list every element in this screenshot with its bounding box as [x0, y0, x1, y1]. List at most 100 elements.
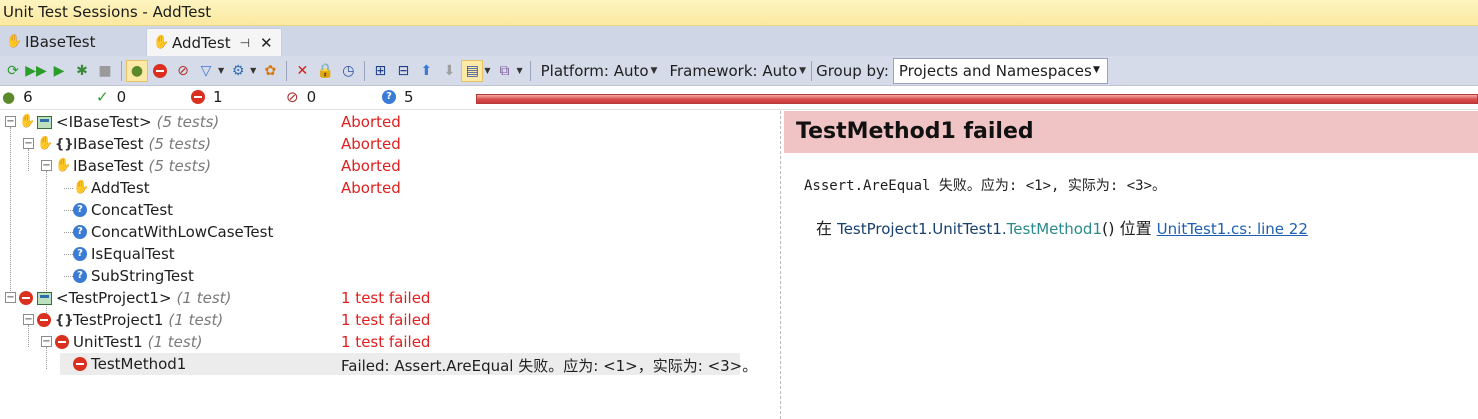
unknown-question-icon: ? [73, 269, 87, 283]
aborted-hand-icon: ✋ [73, 180, 90, 195]
test-row[interactable]: ? ConcatTest [0, 199, 780, 221]
chevron-down-icon[interactable]: ▼ [651, 66, 658, 76]
chevron-down-icon[interactable]: ▼ [799, 66, 806, 76]
tree-node: ✋ <IBaseTest> (5 tests) [19, 113, 219, 131]
test-tree: − ✋ <IBaseTest> (5 tests) Aborted − ✋{} IBaseTe… [0, 111, 780, 419]
test-group-row[interactable]: − ✋ <IBaseTest> (5 tests) Aborted [0, 111, 780, 133]
tab-addtest[interactable]: ✋ AddTest ⊣ ✕ [146, 28, 282, 56]
chevron-down-icon[interactable]: ▼ [250, 66, 256, 75]
tab-label: IBaseTest [25, 33, 96, 51]
show-ignored-icon[interactable]: ⊘ [172, 60, 194, 82]
chevron-down-icon: ▼ [1092, 64, 1100, 75]
test-status: 1 test failed [341, 289, 431, 307]
layout-icon[interactable]: ▤ [461, 59, 484, 82]
stop-icon[interactable]: ■ [94, 60, 116, 82]
unknown-question-icon: ? [382, 90, 396, 104]
namespace-icon: {} [55, 136, 74, 152]
stack-namespace: TestProject1.UnitTest1. [837, 220, 1007, 238]
collapse-toggle-icon[interactable]: − [5, 116, 16, 127]
aborted-hand-icon: ✋ [153, 34, 170, 50]
paw-icon[interactable]: ✿ [259, 60, 281, 82]
tree-node: <TestProject1> (1 test) [19, 289, 231, 307]
stat-ignored: ⊘ 0 [286, 88, 316, 106]
test-group-row[interactable]: − ✋{} IBaseTest (5 tests) Aborted [0, 133, 780, 155]
test-row[interactable]: ✋ AddTest Aborted [0, 177, 780, 199]
window-title-bar: Unit Test Sessions - AddTest [0, 0, 1478, 26]
source-link[interactable]: UnitTest1.cs: line 22 [1157, 220, 1308, 238]
stat-total: ● 6 [2, 88, 33, 106]
test-name: IBaseTest [73, 157, 144, 175]
show-all-tests-icon[interactable]: ● [126, 59, 148, 82]
total-tests-icon: ● [2, 88, 16, 106]
tree-node: ✋ IBaseTest (5 tests) [55, 157, 211, 175]
chevron-down-icon[interactable]: ▼ [484, 66, 490, 75]
run-current-icon[interactable]: ▶▶ [25, 60, 47, 82]
run-icon[interactable]: ▶ [48, 60, 70, 82]
test-count: (5 tests) [156, 113, 220, 131]
tab-ibasetest[interactable]: ✋ IBaseTest [0, 28, 146, 56]
tree-node: ? ConcatTest [73, 201, 173, 219]
failed-icon [55, 335, 69, 349]
failure-message: Assert.AreEqual 失败。应为: <1>, 实际为: <3>。 [804, 178, 1167, 194]
debug-icon[interactable]: ✱ [71, 60, 93, 82]
test-group-row[interactable]: − <TestProject1> (1 test) 1 test failed [0, 287, 780, 309]
pin-icon[interactable]: ⊣ [240, 36, 250, 50]
test-name: ConcatTest [91, 201, 174, 219]
clock-icon[interactable]: ◷ [337, 60, 359, 82]
lock-icon[interactable]: 🔒 [314, 60, 336, 82]
collapse-all-icon[interactable]: ⊟ [392, 60, 414, 82]
test-count: (5 tests) [148, 157, 212, 175]
details-pane: TestMethod1 failed Assert.AreEqual 失败。应为… [784, 111, 1478, 419]
stat-unknown: ? 5 [382, 88, 414, 106]
collapse-toggle-icon[interactable]: − [41, 160, 52, 171]
test-status: 1 test failed [341, 333, 431, 351]
failed-icon [191, 90, 205, 104]
test-group-row[interactable]: −{} TestProject1 (1 test) 1 test failed [0, 309, 780, 331]
failed-icon [73, 357, 87, 371]
tree-node: ✋{} IBaseTest (5 tests) [37, 135, 211, 153]
test-count: (5 tests) [148, 135, 212, 153]
project-icon [37, 115, 52, 129]
platform-dropdown[interactable]: Platform: Auto [541, 62, 649, 80]
test-row[interactable]: TestMethod1 Failed: Assert.AreEqual 失败。应为… [0, 353, 780, 375]
stat-total-value: 6 [23, 88, 33, 106]
export-icon[interactable]: ⧉ [493, 60, 515, 82]
unknown-question-icon: ? [73, 247, 87, 261]
tree-node: {} TestProject1 (1 test) [37, 311, 223, 329]
test-name: UnitTest1 [73, 333, 143, 351]
test-row[interactable]: ? SubStringTest [0, 265, 780, 287]
chevron-down-icon[interactable]: ▼ [516, 66, 522, 75]
test-row[interactable]: ? ConcatWithLowCaseTest [0, 221, 780, 243]
remove-icon[interactable]: ✕ [291, 60, 313, 82]
collapse-toggle-icon[interactable]: − [23, 314, 34, 325]
progress-bar [476, 94, 1478, 104]
tree-node: UnitTest1 (1 test) [55, 333, 202, 351]
close-tab-icon[interactable]: ✕ [260, 34, 273, 52]
track-running-test-icon[interactable]: ⚙ [227, 60, 249, 82]
collapse-toggle-icon[interactable]: − [41, 336, 52, 347]
test-name: <IBaseTest> [56, 113, 152, 131]
stat-passed: ✓ 0 [96, 88, 126, 106]
groupby-label: Group by: [816, 61, 889, 80]
run-all-icon[interactable]: ⟳ [2, 60, 24, 82]
expand-all-icon[interactable]: ⊞ [369, 60, 391, 82]
groupby-select[interactable]: Projects and Namespaces ▼ [892, 57, 1108, 84]
previous-icon[interactable]: ⬆ [415, 60, 437, 82]
next-icon[interactable]: ⬇ [438, 60, 460, 82]
test-name: IsEqualTest [91, 245, 175, 263]
aborted-hand-icon: ✋ [55, 158, 72, 173]
chevron-down-icon[interactable]: ▼ [218, 66, 224, 75]
test-status: Aborted [341, 113, 401, 131]
splitter[interactable] [780, 111, 781, 419]
framework-dropdown[interactable]: Framework: Auto [669, 62, 797, 80]
show-failed-icon[interactable] [149, 60, 171, 82]
test-group-row[interactable]: − ✋ IBaseTest (5 tests) Aborted [0, 155, 780, 177]
stat-passed-value: 0 [116, 88, 127, 106]
test-count: (1 test) [176, 289, 232, 307]
passed-check-icon: ✓ [96, 88, 109, 106]
collapse-toggle-icon[interactable]: − [5, 292, 16, 303]
test-group-row[interactable]: − UnitTest1 (1 test) 1 test failed [0, 331, 780, 353]
collapse-toggle-icon[interactable]: − [23, 138, 34, 149]
filter-icon[interactable]: ▽ [195, 60, 217, 82]
test-row[interactable]: ? IsEqualTest [0, 243, 780, 265]
